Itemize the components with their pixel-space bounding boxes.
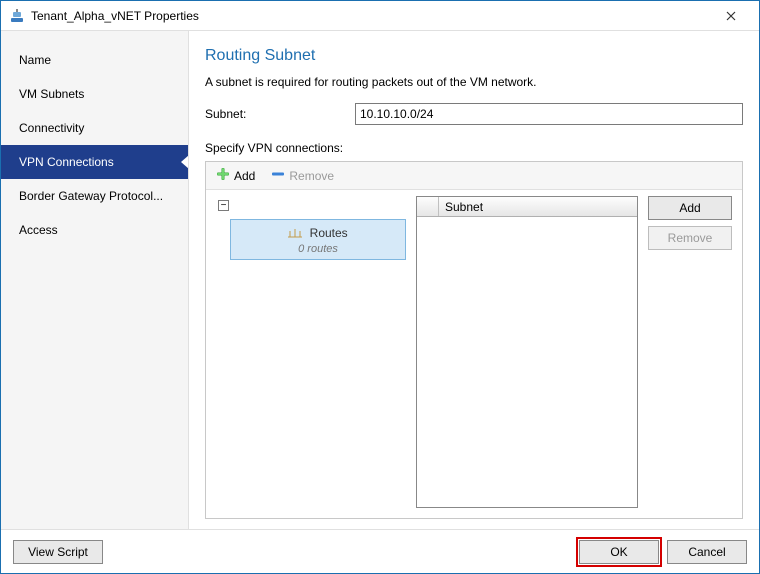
vpn-toolbar: Add Remove: [206, 162, 742, 190]
sidebar-item-vm-subnets[interactable]: VM Subnets: [1, 77, 188, 111]
sidebar-item-bgp[interactable]: Border Gateway Protocol...: [1, 179, 188, 213]
titlebar: Tenant_Alpha_vNET Properties: [1, 1, 759, 31]
subnet-input[interactable]: [355, 103, 743, 125]
subnet-remove-button: Remove: [648, 226, 732, 250]
page-description: A subnet is required for routing packets…: [205, 75, 743, 89]
ok-button[interactable]: OK: [579, 540, 659, 564]
subnet-list-header: Subnet: [417, 197, 637, 217]
toolbar-add-label: Add: [234, 169, 255, 183]
subnet-label: Subnet:: [205, 107, 355, 121]
close-button[interactable]: [711, 2, 751, 30]
plus-icon: [216, 167, 230, 184]
routes-icon: [288, 227, 302, 241]
sidebar-item-access[interactable]: Access: [1, 213, 188, 247]
vpn-body: −: [206, 190, 742, 518]
subnet-header-gutter: [417, 197, 439, 216]
subnet-buttons: Add Remove: [648, 196, 732, 508]
page-title: Routing Subnet: [205, 47, 743, 65]
vpn-connections-panel: Add Remove −: [205, 161, 743, 519]
subnet-field-row: Subnet:: [205, 103, 743, 125]
specify-vpn-label: Specify VPN connections:: [205, 141, 743, 155]
toolbar-remove-label: Remove: [289, 169, 334, 183]
subnet-add-button[interactable]: Add: [648, 196, 732, 220]
sidebar: Name VM Subnets Connectivity VPN Connect…: [1, 31, 189, 529]
routes-label: Routes: [310, 226, 348, 240]
tree-node-routes[interactable]: Routes 0 routes: [230, 219, 406, 260]
tree-collapse-toggle[interactable]: −: [218, 200, 229, 211]
sidebar-item-name[interactable]: Name: [1, 43, 188, 77]
minus-icon: [271, 167, 285, 184]
app-icon: [9, 8, 25, 24]
content-pane: Routing Subnet A subnet is required for …: [189, 31, 759, 529]
connection-tree: −: [216, 196, 406, 508]
sidebar-item-vpn-connections[interactable]: VPN Connections: [1, 145, 188, 179]
view-script-button[interactable]: View Script: [13, 540, 103, 564]
subnet-column-header[interactable]: Subnet: [439, 200, 489, 214]
dialog-body: Name VM Subnets Connectivity VPN Connect…: [1, 31, 759, 529]
dialog-footer: View Script OK Cancel: [1, 529, 759, 573]
window-title: Tenant_Alpha_vNET Properties: [31, 9, 711, 23]
toolbar-add-button[interactable]: Add: [212, 165, 259, 186]
cancel-button[interactable]: Cancel: [667, 540, 747, 564]
subnet-list[interactable]: Subnet: [416, 196, 638, 508]
routes-subnet-pane: Subnet Add Remove: [416, 196, 732, 508]
routes-count: 0 routes: [237, 243, 399, 255]
sidebar-item-connectivity[interactable]: Connectivity: [1, 111, 188, 145]
toolbar-remove-button: Remove: [267, 165, 338, 186]
properties-window: Tenant_Alpha_vNET Properties Name VM Sub…: [0, 0, 760, 574]
subnet-rows: [417, 217, 637, 507]
